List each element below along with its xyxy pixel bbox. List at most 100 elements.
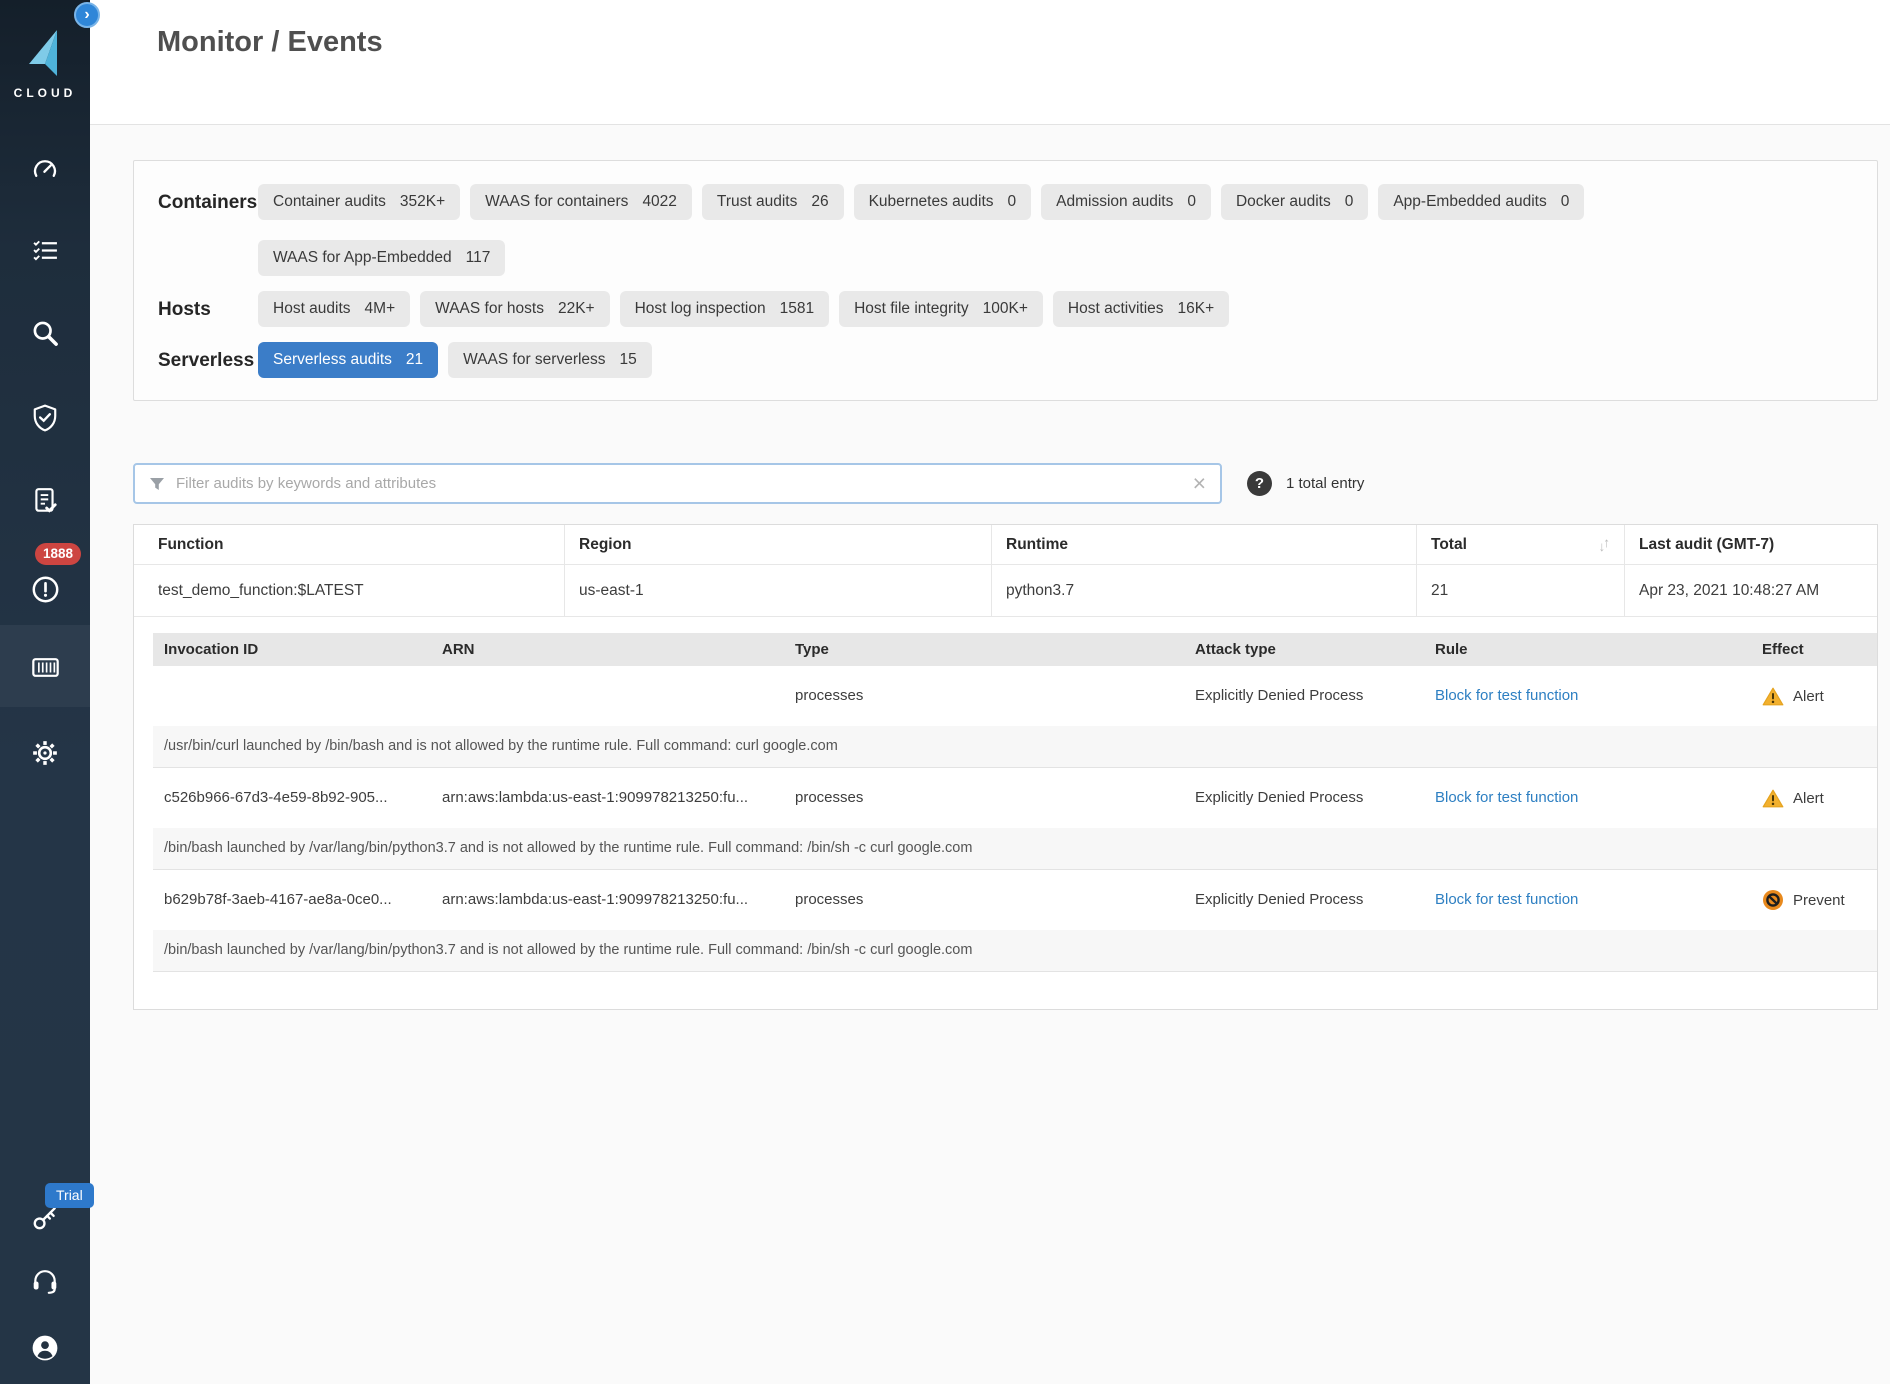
rule-link[interactable]: Block for test function xyxy=(1435,687,1578,704)
chip-waas-for-app-embedded[interactable]: WAAS for App-Embedded117 xyxy=(258,240,505,276)
chip-admission-audits[interactable]: Admission audits0 xyxy=(1041,184,1211,220)
function-name-cell: test_demo_function:$LATEST xyxy=(134,565,564,617)
type-cell: processes xyxy=(784,666,1184,726)
chip-trust-audits[interactable]: Trust audits26 xyxy=(702,184,844,220)
chip-label: WAAS for hosts xyxy=(435,300,544,318)
sidebar-item-search[interactable] xyxy=(0,319,90,348)
app-window: CLOUD xyxy=(0,0,1890,1384)
invocation-id-cell xyxy=(153,666,431,726)
chip-label: Host log inspection xyxy=(635,300,766,318)
function-row[interactable]: test_demo_function:$LATEST us-east-1 pyt… xyxy=(134,565,1877,617)
chip-count: 21 xyxy=(406,351,423,369)
column-header-function: Function xyxy=(134,525,564,565)
alerts-count-badge: 1888 xyxy=(35,543,81,565)
clear-filter-icon[interactable]: × xyxy=(1193,472,1206,495)
sidebar-item-settings[interactable] xyxy=(0,739,90,767)
sidebar-expand-button[interactable]: › xyxy=(74,2,100,28)
effect-cell: Prevent xyxy=(1751,870,1877,930)
type-cell: processes xyxy=(784,870,1184,930)
chip-label: Host audits xyxy=(273,300,351,318)
functions-table-header: Function Region Runtime Total ↓↑ Last au… xyxy=(134,525,1877,565)
runtime-cell: python3.7 xyxy=(991,565,1416,617)
rule-link[interactable]: Block for test function xyxy=(1435,789,1578,806)
audits-inner-table: Invocation ID ARN Type Attack type Rule … xyxy=(153,633,1877,972)
filter-input[interactable] xyxy=(176,475,1193,492)
region-cell: us-east-1 xyxy=(564,565,991,617)
chevron-right-icon: › xyxy=(84,7,89,23)
chip-label: Host activities xyxy=(1068,300,1164,318)
type-cell: processes xyxy=(784,768,1184,828)
arn-cell xyxy=(431,666,784,726)
chip-app-embedded-audits[interactable]: App-Embedded audits0 xyxy=(1378,184,1584,220)
sidebar-item-profile[interactable] xyxy=(0,1334,90,1362)
help-icon[interactable]: ? xyxy=(1247,471,1272,496)
document-check-icon xyxy=(32,487,58,515)
sidebar: CLOUD xyxy=(0,0,90,1384)
arn-cell: arn:aws:lambda:us-east-1:909978213250:fu… xyxy=(431,870,784,930)
sidebar-item-policies[interactable] xyxy=(0,239,90,262)
chip-host-file-integrity[interactable]: Host file integrity100K+ xyxy=(839,291,1043,327)
audit-message: /bin/bash launched by /var/lang/bin/pyth… xyxy=(153,828,1877,870)
column-header-attack-type: Attack type xyxy=(1184,633,1424,666)
funnel-icon xyxy=(149,477,165,491)
sidebar-item-license[interactable] xyxy=(0,1204,90,1232)
chips-containers: Container audits352K+ WAAS for container… xyxy=(258,184,1853,276)
main-content: Monitor / Events Containers Container au… xyxy=(90,0,1890,1384)
sidebar-item-containers[interactable] xyxy=(0,655,90,680)
column-header-last-audit: Last audit (GMT-7) xyxy=(1624,525,1877,565)
category-row-serverless: Serverless Serverless audits21 WAAS for … xyxy=(158,342,1853,378)
sidebar-item-audit-log[interactable] xyxy=(0,487,90,515)
sidebar-item-dashboard[interactable] xyxy=(0,156,90,184)
audit-row[interactable]: processes Explicitly Denied Process Bloc… xyxy=(153,666,1877,726)
chip-count: 0 xyxy=(1008,193,1017,211)
column-header-type: Type xyxy=(784,633,1184,666)
audits-table-card: Function Region Runtime Total ↓↑ Last au… xyxy=(133,524,1878,1010)
top-bar: Monitor / Events xyxy=(90,0,1890,125)
last-audit-cell: Apr 23, 2021 10:48:27 AM xyxy=(1624,565,1877,617)
invocation-id-cell: c526b966-67d3-4e59-8b92-905... xyxy=(153,768,431,828)
column-header-arn: ARN xyxy=(431,633,784,666)
chip-kubernetes-audits[interactable]: Kubernetes audits 0 xyxy=(854,184,1032,220)
chip-docker-audits[interactable]: Docker audits0 xyxy=(1221,184,1368,220)
chip-waas-for-hosts[interactable]: WAAS for hosts 22K+ xyxy=(420,291,609,327)
chip-host-audits[interactable]: Host audits4M+ xyxy=(258,291,410,327)
chip-label: App-Embedded audits xyxy=(1393,193,1546,211)
chip-container-audits[interactable]: Container audits352K+ xyxy=(258,184,460,220)
column-header-invocation-id: Invocation ID xyxy=(153,633,431,666)
column-header-total-label: Total xyxy=(1431,525,1467,565)
chip-host-activities[interactable]: Host activities16K+ xyxy=(1053,291,1229,327)
headset-icon xyxy=(31,1269,59,1295)
invocation-id-cell: b629b78f-3aeb-4167-ae8a-0ce0... xyxy=(153,870,431,930)
filter-bar: × xyxy=(133,463,1222,504)
rule-link[interactable]: Block for test function xyxy=(1435,891,1578,908)
chips-serverless: Serverless audits21 WAAS for serverless1… xyxy=(258,342,1853,378)
dashboard-icon xyxy=(31,156,59,184)
chip-serverless-audits-selected[interactable]: Serverless audits21 xyxy=(258,342,438,378)
sidebar-item-defend[interactable] xyxy=(0,404,90,432)
chip-waas-for-containers[interactable]: WAAS for containers4022 xyxy=(470,184,692,220)
audit-message: /usr/bin/curl launched by /bin/bash and … xyxy=(153,726,1877,768)
chip-label: Kubernetes audits xyxy=(869,193,994,211)
sidebar-item-alerts[interactable] xyxy=(0,575,90,604)
audit-categories-card: Containers Container audits352K+ WAAS fo… xyxy=(133,160,1878,401)
column-header-effect: Effect xyxy=(1751,633,1877,666)
alert-triangle-icon xyxy=(1762,687,1784,706)
chip-count: 352K+ xyxy=(400,193,445,211)
chip-waas-for-serverless[interactable]: WAAS for serverless15 xyxy=(448,342,652,378)
chip-host-log-inspection[interactable]: Host log inspection1581 xyxy=(620,291,829,327)
chip-label: WAAS for App-Embedded xyxy=(273,249,452,267)
sort-icon[interactable]: ↓↑ xyxy=(1599,525,1609,565)
category-label: Containers xyxy=(158,184,258,214)
chip-label: WAAS for serverless xyxy=(463,351,605,369)
audit-row[interactable]: b629b78f-3aeb-4167-ae8a-0ce0... arn:aws:… xyxy=(153,870,1877,930)
profile-icon xyxy=(31,1334,59,1362)
chips-hosts: Host audits4M+ WAAS for hosts 22K+ Host l… xyxy=(258,291,1853,327)
audit-row[interactable]: c526b966-67d3-4e59-8b92-905... arn:aws:l… xyxy=(153,768,1877,828)
search-icon xyxy=(31,319,60,348)
gear-icon xyxy=(31,739,59,767)
chip-count: 22K+ xyxy=(558,300,595,318)
cloud-logo[interactable]: CLOUD xyxy=(0,28,90,100)
chip-count: 0 xyxy=(1345,193,1354,211)
sidebar-item-support[interactable] xyxy=(0,1269,90,1295)
column-header-total[interactable]: Total ↓↑ xyxy=(1416,525,1624,565)
